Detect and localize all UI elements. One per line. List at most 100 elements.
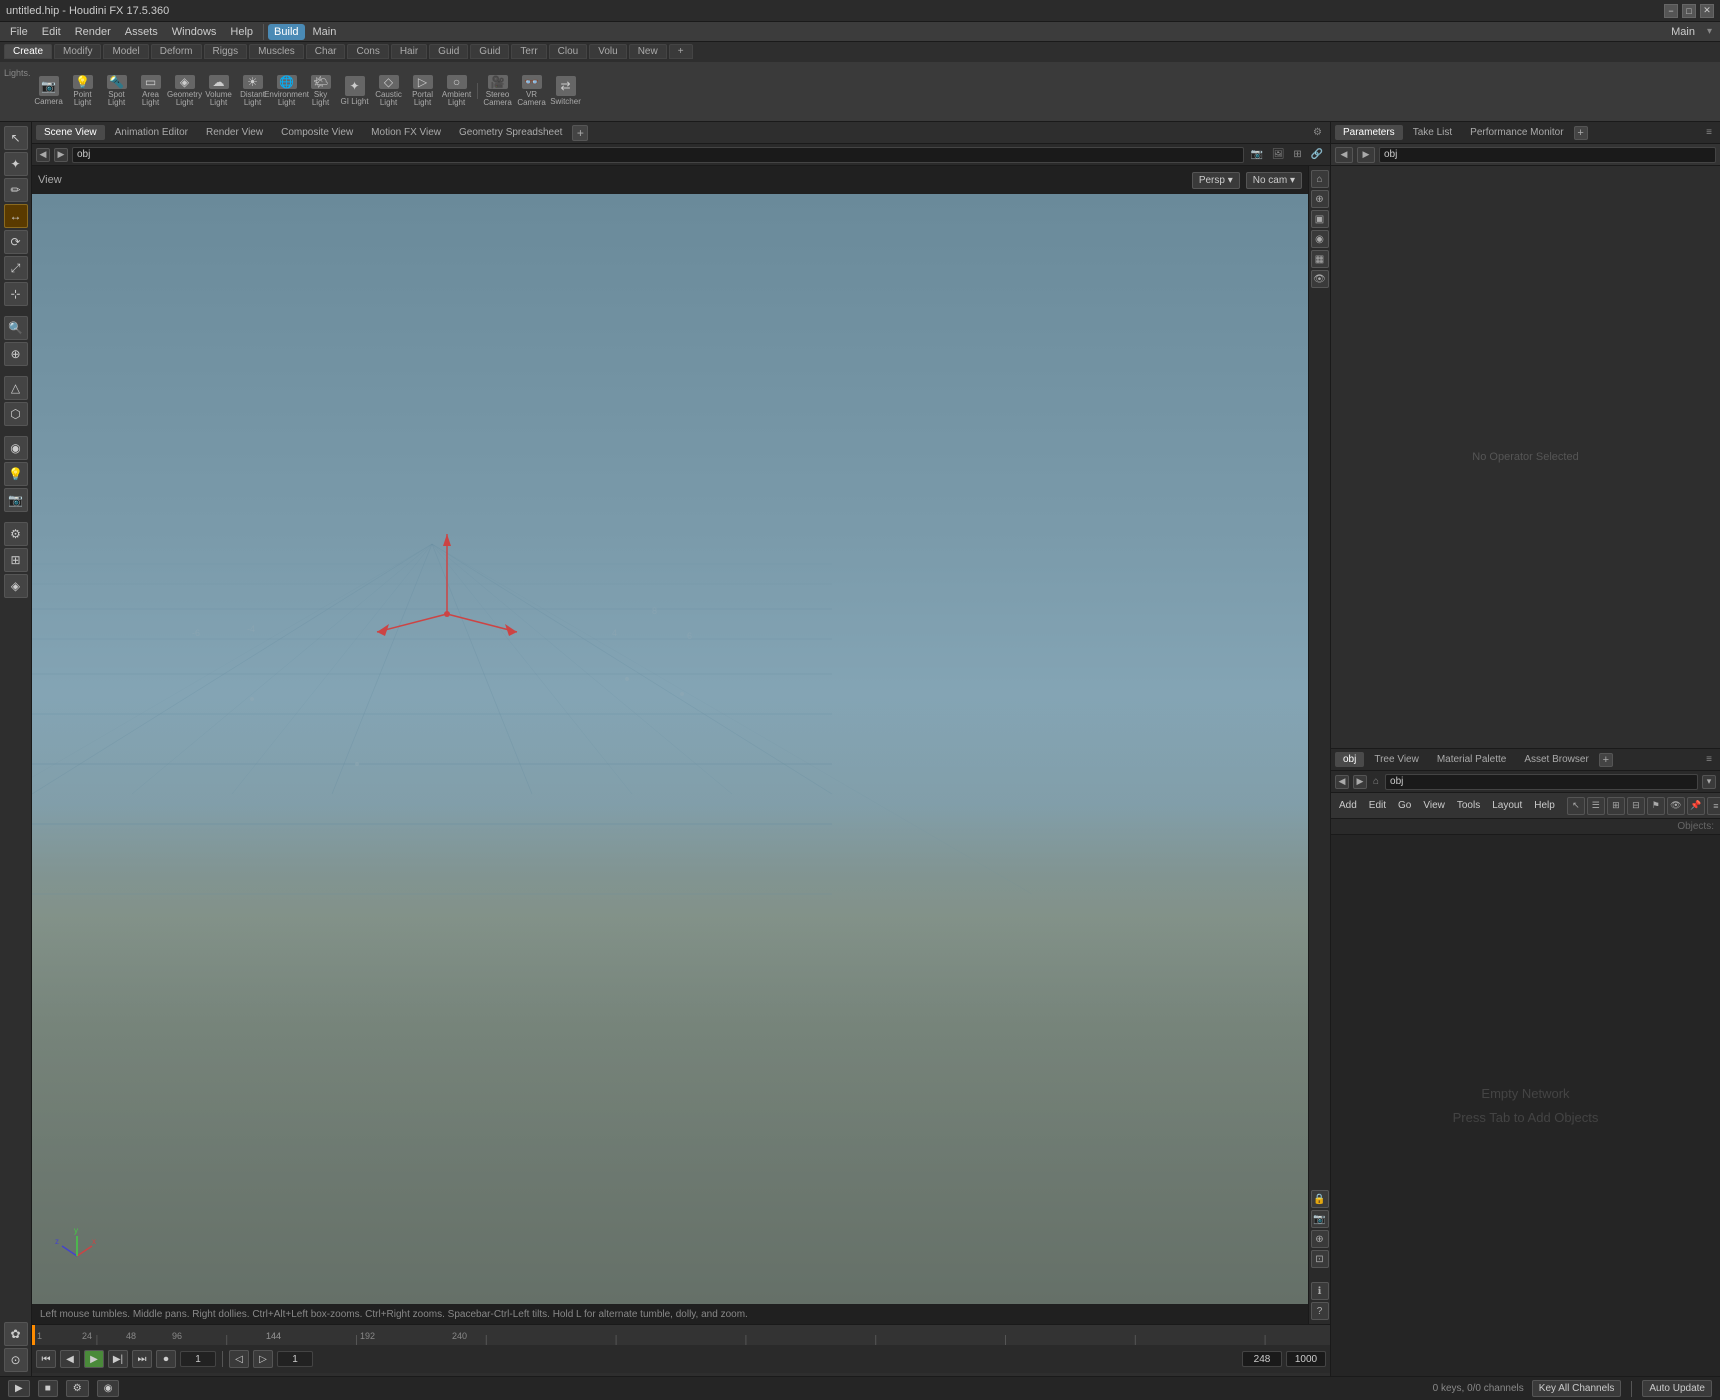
viewport-path-input[interactable] [72,147,1244,163]
vp-ctrl-help[interactable]: ? [1311,1302,1329,1320]
vp-ctrl-snap[interactable]: ⊡ [1311,1250,1329,1268]
vp-ctrl-render[interactable]: ◉ [1311,230,1329,248]
handle-tool[interactable]: ⊹ [4,282,28,306]
extra-tool1[interactable]: ⚙ [4,522,28,546]
camera-dropdown[interactable]: No cam ▾ [1246,172,1302,189]
extra-tool2[interactable]: ⊞ [4,548,28,572]
net-icon-list[interactable]: ☰ [1587,797,1605,815]
shelf-tab-terr[interactable]: Terr [511,44,546,59]
network-tab-add[interactable]: + [1599,753,1613,767]
shelf-sky-light[interactable]: 🌤 Sky Light [305,73,337,109]
params-path-input[interactable] [1379,147,1716,163]
shelf-tab-model[interactable]: Model [103,44,148,59]
view-tool[interactable]: 🔍 [4,316,28,340]
tl-next-frame[interactable]: ▶| [108,1350,128,1368]
shelf-gi-light[interactable]: ✦ GI Light [339,73,371,109]
shelf-ambient-light[interactable]: ○ Ambient Light [441,73,473,109]
key-all-channels-btn[interactable]: Key All Channels [1532,1380,1622,1397]
tab-tree-view[interactable]: Tree View [1366,752,1426,767]
select-tool[interactable]: ↖ [4,126,28,150]
vp-ctrl-frame[interactable]: ▣ [1311,210,1329,228]
tab-geo-spreadsheet[interactable]: Geometry Spreadsheet [451,125,570,140]
net-forward-btn[interactable]: ▶ [1353,775,1367,789]
snap-tool[interactable]: △ [4,376,28,400]
zoom-tool[interactable]: ⊕ [4,342,28,366]
camera-ctrl[interactable]: 📷 [4,488,28,512]
snap-icon[interactable]: 🔗 [1311,149,1323,160]
move-tool[interactable]: ↔ [4,204,28,228]
shelf-tab-muscles[interactable]: Muscles [249,44,304,59]
net-menu-add[interactable]: Add [1335,798,1361,813]
vp-ctrl-nav[interactable]: ⊕ [1311,1230,1329,1248]
network-menu-icon[interactable]: ≡ [1702,754,1716,765]
viewport-canvas[interactable]: -6 -4 4 6 8 x [32,194,1308,1304]
paint-tool[interactable]: ✏ [4,178,28,202]
tl-range-val[interactable] [1242,1351,1282,1367]
shelf-switcher[interactable]: ⇄ Switcher [550,73,582,109]
net-options-btn[interactable]: ▾ [1702,775,1716,789]
bb-play-btn[interactable]: ▶ [8,1380,30,1397]
shelf-caustic-light[interactable]: ◇ Caustic Light [373,73,405,109]
net-icon-more[interactable]: ≡ [1707,797,1720,815]
vp-ctrl-info[interactable]: ℹ [1311,1282,1329,1300]
shelf-tab-modify[interactable]: Modify [54,44,101,59]
net-icon-pin[interactable]: 📌 [1687,797,1705,815]
menu-windows[interactable]: Windows [166,24,223,40]
shelf-tab-new[interactable]: New [629,44,667,59]
net-menu-view[interactable]: View [1419,798,1449,813]
grid-icon[interactable]: ⊞ [1293,149,1301,160]
shelf-tab-char[interactable]: Char [306,44,346,59]
bb-render-btn[interactable]: ◉ [97,1380,120,1397]
shelf-tab-create[interactable]: Create [4,44,52,59]
shelf-tab-volu[interactable]: Volu [589,44,626,59]
shelf-tab-guid2[interactable]: Guid [470,44,509,59]
bb-settings-btn[interactable]: ⚙ [66,1380,89,1397]
net-menu-help[interactable]: Help [1530,798,1559,813]
tab-motion-fx[interactable]: Motion FX View [363,125,449,140]
shelf-tab-deform[interactable]: Deform [151,44,202,59]
viewport[interactable]: View Persp ▾ No cam ▾ [32,166,1308,1324]
shelf-spot-light[interactable]: 🔦 Spot Light [101,73,133,109]
pose-tool[interactable]: ✦ [4,152,28,176]
menu-file[interactable]: File [4,24,34,40]
shelf-volume-light[interactable]: ☁ Volume Light [203,73,235,109]
tl-goto-end[interactable]: ⏭ [132,1350,152,1368]
bb-stop-btn[interactable]: ■ [38,1380,58,1397]
shelf-portal-light[interactable]: ▷ Portal Light [407,73,439,109]
tl-next-key[interactable]: ▷ [253,1350,273,1368]
net-menu-edit[interactable]: Edit [1365,798,1390,813]
tab-material-palette[interactable]: Material Palette [1429,752,1514,767]
tl-record[interactable]: ⏺ [156,1350,176,1368]
shelf-tab-guid1[interactable]: Guid [429,44,468,59]
tl-play-stop[interactable]: ▶ [84,1350,104,1368]
path-back-btn[interactable]: ◀ [36,148,50,162]
tl-goto-start[interactable]: ⏮ [36,1350,56,1368]
panel-menu-icon[interactable]: ≡ [1702,127,1716,138]
net-menu-go[interactable]: Go [1394,798,1415,813]
path-forward-btn[interactable]: ▶ [54,148,68,162]
tl-range-end[interactable] [1286,1351,1326,1367]
menu-render[interactable]: Render [69,24,117,40]
menu-assets[interactable]: Assets [119,24,164,40]
auto-update-btn[interactable]: Auto Update [1642,1380,1712,1397]
vp-ctrl-vis[interactable]: 👁 [1311,270,1329,288]
params-forward-btn[interactable]: ▶ [1357,147,1375,163]
net-menu-tools[interactable]: Tools [1453,798,1484,813]
vp-ctrl-lock[interactable]: 🔒 [1311,1190,1329,1208]
persp-icon[interactable]: 📷 [1251,149,1263,160]
tab-obj[interactable]: obj [1335,752,1364,767]
scale-tool[interactable]: ⤢ [4,256,28,280]
tl-frame-display[interactable] [277,1351,313,1367]
net-menu-layout[interactable]: Layout [1488,798,1526,813]
obj-tool[interactable]: ⬡ [4,402,28,426]
net-home-icon[interactable]: ⌂ [1373,776,1379,787]
close-button[interactable]: ✕ [1700,4,1714,18]
net-icon-grid[interactable]: ⊞ [1607,797,1625,815]
shelf-tab-cons[interactable]: Cons [347,44,388,59]
params-back-btn[interactable]: ◀ [1335,147,1353,163]
tab-parameters[interactable]: Parameters [1335,125,1403,140]
shelf-point-light[interactable]: 💡 Point Light [67,73,99,109]
shelf-env-light[interactable]: 🌐 Environment Light [271,73,303,109]
light-tool[interactable]: 💡 [4,462,28,486]
tl-frame-input[interactable] [180,1351,216,1367]
